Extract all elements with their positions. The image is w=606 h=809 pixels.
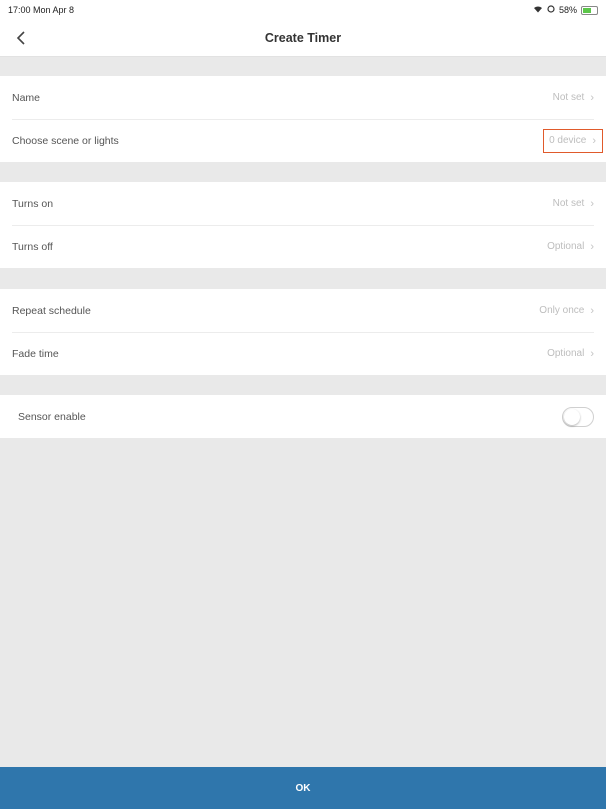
chevron-right-icon: › bbox=[590, 347, 594, 360]
repeat-value: Only once bbox=[539, 305, 585, 316]
sensor-row: Sensor enable bbox=[0, 395, 606, 438]
scene-value: 0 device bbox=[549, 135, 587, 146]
section-schedule: Repeat schedule Only once › Fade time Op… bbox=[0, 289, 606, 375]
name-row[interactable]: Name Not set › bbox=[0, 76, 606, 119]
scene-label: Choose scene or lights bbox=[12, 134, 119, 147]
ok-button[interactable]: OK bbox=[0, 767, 606, 809]
ok-label: OK bbox=[295, 782, 311, 794]
chevron-right-icon: › bbox=[590, 240, 594, 253]
navigation-bar: Create Timer bbox=[0, 22, 606, 57]
section-on-off: Turns on Not set › Turns off Optional › bbox=[0, 182, 606, 268]
chevron-right-icon: › bbox=[590, 197, 594, 210]
turns-off-label: Turns off bbox=[12, 240, 53, 253]
scene-row[interactable]: Choose scene or lights 0 device › bbox=[0, 119, 606, 162]
section-basic: Name Not set › Choose scene or lights 0 … bbox=[0, 76, 606, 162]
status-time: 17:00 Mon Apr 8 bbox=[8, 5, 75, 15]
page-title: Create Timer bbox=[264, 31, 342, 45]
turns-on-label: Turns on bbox=[12, 197, 54, 210]
battery-percent: 58% bbox=[558, 5, 577, 15]
chevron-right-icon: › bbox=[592, 134, 596, 147]
section-sensor: Sensor enable bbox=[0, 395, 606, 438]
scene-value-highlight[interactable]: 0 device › bbox=[543, 128, 603, 153]
turns-on-value: Not set bbox=[552, 198, 585, 209]
location-icon bbox=[547, 5, 555, 15]
battery-icon bbox=[581, 5, 598, 15]
name-value: Not set bbox=[552, 92, 585, 103]
fade-row[interactable]: Fade time Optional › bbox=[0, 332, 606, 375]
status-bar: 17:00 Mon Apr 8 58% bbox=[0, 0, 606, 22]
toggle-knob bbox=[564, 408, 580, 425]
turns-on-row[interactable]: Turns on Not set › bbox=[0, 182, 606, 225]
sensor-label: Sensor enable bbox=[18, 410, 86, 423]
sensor-toggle[interactable] bbox=[562, 406, 594, 427]
wifi-icon bbox=[533, 5, 543, 15]
chevron-right-icon: › bbox=[590, 304, 594, 317]
fade-label: Fade time bbox=[12, 347, 59, 360]
fade-value: Optional bbox=[547, 348, 585, 359]
status-indicators: 58% bbox=[533, 5, 598, 15]
turns-off-value: Optional bbox=[547, 241, 585, 252]
turns-off-row[interactable]: Turns off Optional › bbox=[0, 225, 606, 268]
repeat-row[interactable]: Repeat schedule Only once › bbox=[0, 289, 606, 332]
chevron-right-icon: › bbox=[590, 91, 594, 104]
repeat-label: Repeat schedule bbox=[12, 304, 91, 317]
name-label: Name bbox=[12, 91, 41, 104]
